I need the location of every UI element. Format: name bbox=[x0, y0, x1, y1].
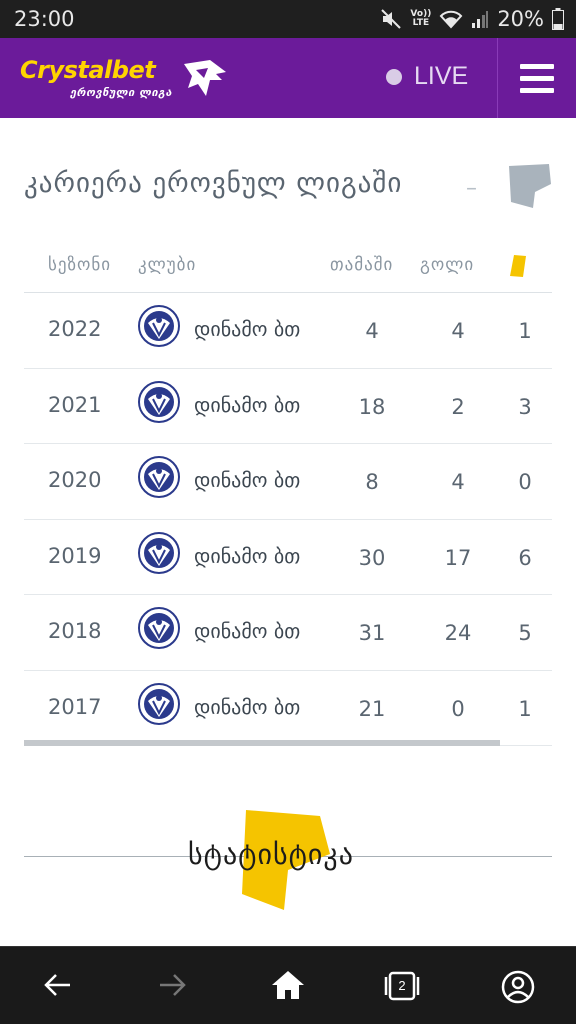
live-button[interactable]: LIVE bbox=[386, 62, 468, 91]
games-cell: 30 bbox=[358, 545, 386, 570]
table-row[interactable]: 2017 დინამო ბთ 21 0 1 bbox=[24, 671, 552, 746]
club-crest-icon bbox=[138, 682, 180, 729]
cards-cell: 0 bbox=[518, 470, 532, 494]
season-cell: 2018 bbox=[48, 619, 102, 643]
column-season[interactable]: სეზონი bbox=[48, 255, 111, 275]
season-cell: 2021 bbox=[48, 392, 102, 417]
mute-icon bbox=[380, 8, 402, 30]
table-row[interactable]: 2019 დინამო ბთ 30 17 6 bbox=[24, 520, 552, 595]
volte-indicator: Vo)) LTE bbox=[410, 10, 431, 28]
club-cell[interactable]: დინამო ბთ bbox=[194, 317, 300, 341]
hamburger-menu-icon[interactable] bbox=[498, 38, 576, 118]
goals-cell: 2 bbox=[451, 394, 465, 419]
season-cell: 2022 bbox=[48, 317, 102, 341]
column-games[interactable]: თამაში bbox=[330, 255, 393, 275]
wifi-icon bbox=[439, 9, 463, 29]
club-crest-icon bbox=[138, 607, 180, 653]
tabs-count: 2 bbox=[398, 978, 406, 993]
tabs-icon[interactable]: 2 bbox=[383, 969, 421, 1003]
goals-cell: 24 bbox=[444, 621, 472, 645]
club-crest-icon bbox=[138, 380, 180, 427]
logo-subtitle: ეროვნული ლიგა bbox=[70, 86, 173, 99]
crystal-logo-icon bbox=[180, 58, 228, 102]
table-row[interactable]: 2020 დინამო ბთ 8 4 0 bbox=[24, 444, 552, 520]
section-title: კარიერა ეროვნულ ლიგაში bbox=[24, 168, 403, 199]
games-cell: 21 bbox=[358, 696, 386, 721]
season-cell: 2017 bbox=[48, 694, 102, 719]
club-crest-icon bbox=[138, 456, 180, 502]
column-club[interactable]: კლუბი bbox=[138, 255, 196, 275]
club-cell[interactable]: დინამო ბთ bbox=[194, 544, 300, 568]
club-cell[interactable]: დინამო ბთ bbox=[194, 695, 300, 719]
cards-cell: 6 bbox=[518, 545, 532, 570]
club-crest-icon bbox=[138, 531, 180, 578]
table-row[interactable]: 2022 დინამო ბთ 4 4 1 bbox=[24, 293, 552, 369]
table-header: სეზონი კლუბი თამაში გოლი bbox=[24, 236, 552, 293]
status-time: 23:00 bbox=[14, 7, 75, 31]
cards-cell: 3 bbox=[518, 394, 532, 419]
battery-percent: 20% bbox=[497, 7, 544, 31]
goals-cell: 4 bbox=[451, 319, 465, 343]
title-dash: – bbox=[466, 176, 477, 201]
profile-icon[interactable] bbox=[500, 969, 536, 1009]
horizontal-scrollbar[interactable] bbox=[24, 740, 500, 746]
forward-arrow-icon[interactable] bbox=[156, 969, 188, 1005]
table-row[interactable]: 2021 დინამო ბთ 18 2 3 bbox=[24, 369, 552, 444]
live-dot-icon bbox=[386, 68, 402, 85]
battery-icon bbox=[552, 8, 564, 30]
yellow-card-icon[interactable] bbox=[509, 254, 527, 282]
goals-cell: 4 bbox=[451, 470, 465, 494]
cards-cell: 1 bbox=[518, 696, 532, 721]
club-cell[interactable]: დინამო ბთ bbox=[194, 468, 300, 492]
volte-bottom: LTE bbox=[412, 18, 430, 28]
club-cell[interactable]: დინამო ბთ bbox=[194, 619, 300, 643]
live-label: LIVE bbox=[414, 62, 469, 90]
season-cell: 2019 bbox=[48, 543, 102, 568]
games-cell: 18 bbox=[358, 394, 386, 419]
status-icons: Vo)) LTE 20% bbox=[380, 6, 564, 32]
app-header: Crystalbet ეროვნული ლიგა LIVE bbox=[0, 38, 576, 118]
goals-cell: 17 bbox=[444, 545, 472, 570]
cards-cell: 5 bbox=[518, 621, 532, 645]
stats-heading[interactable]: სტატისტიკა bbox=[188, 838, 354, 871]
back-arrow-icon[interactable] bbox=[42, 969, 74, 1005]
goals-cell: 0 bbox=[451, 696, 465, 721]
table-row[interactable]: 2018 დინამო ბთ 31 24 5 bbox=[24, 595, 552, 671]
games-cell: 8 bbox=[365, 470, 379, 494]
crystalbet-logo[interactable]: Crystalbet ეროვნული ლიგა bbox=[20, 56, 230, 102]
status-bar: 23:00 Vo)) LTE 20% bbox=[0, 0, 576, 38]
career-table: სეზონი კლუბი თამაში გოლი 2022 დინამო ბთ 4 4… bbox=[24, 236, 552, 746]
signal-icon bbox=[471, 9, 489, 29]
home-icon[interactable] bbox=[270, 969, 306, 1005]
club-cell[interactable]: დინამო ბთ bbox=[194, 393, 300, 417]
decorative-shape-icon bbox=[505, 162, 553, 214]
club-crest-icon bbox=[138, 305, 180, 351]
column-goals[interactable]: გოლი bbox=[420, 255, 474, 275]
logo-text: Crystalbet bbox=[20, 56, 156, 84]
games-cell: 31 bbox=[358, 621, 386, 645]
season-cell: 2020 bbox=[48, 468, 102, 492]
browser-bottom-nav: 2 bbox=[0, 946, 576, 1024]
games-cell: 4 bbox=[365, 319, 379, 343]
cards-cell: 1 bbox=[518, 319, 532, 343]
